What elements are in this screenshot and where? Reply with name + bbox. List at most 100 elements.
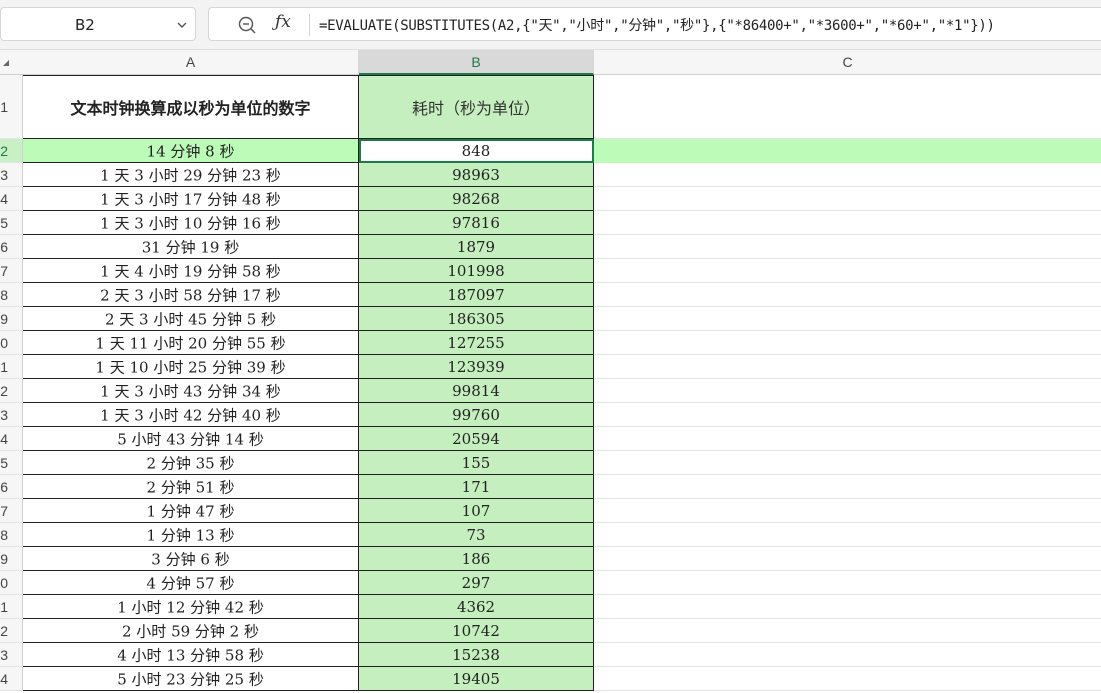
empty-cell-c[interactable] [594, 235, 1101, 259]
row-number[interactable]: 2 [0, 139, 23, 163]
cell-a[interactable]: 1 小时 12 分钟 42 秒 [23, 595, 359, 619]
header-cell-a[interactable]: 文本时钟换算成以秒为单位的数字 [23, 75, 359, 139]
row-number[interactable]: 9 [0, 547, 23, 571]
cell-b[interactable]: 101998 [359, 259, 594, 283]
cell-b[interactable]: 187097 [359, 283, 594, 307]
cell-a[interactable]: 1 天 4 小时 19 分钟 58 秒 [23, 259, 359, 283]
row-number[interactable]: 2 [0, 379, 23, 403]
row-number[interactable]: 23 [0, 643, 23, 667]
empty-cell-c[interactable] [594, 163, 1101, 187]
empty-cell-c[interactable] [594, 75, 1101, 139]
cell-a[interactable]: 31 分钟 19 秒 [23, 235, 359, 259]
cell-b[interactable]: 98963 [359, 163, 594, 187]
cell-a[interactable]: 4 分钟 57 秒 [23, 571, 359, 595]
column-header-b[interactable]: B [359, 50, 594, 75]
empty-cell-c[interactable] [594, 523, 1101, 547]
empty-cell-c[interactable] [594, 595, 1101, 619]
cell-a[interactable]: 5 小时 43 分钟 14 秒 [23, 427, 359, 451]
cell-b[interactable]: 99814 [359, 379, 594, 403]
cell-a[interactable]: 1 分钟 13 秒 [23, 523, 359, 547]
empty-cell-c[interactable] [594, 211, 1101, 235]
empty-cell-c[interactable] [594, 547, 1101, 571]
row-number[interactable]: 22 [0, 619, 23, 643]
cell-b[interactable]: 73 [359, 523, 594, 547]
empty-cell-c[interactable] [594, 355, 1101, 379]
empty-cell-c[interactable] [594, 403, 1101, 427]
cell-a[interactable]: 4 小时 13 分钟 58 秒 [23, 643, 359, 667]
row-number[interactable]: 4 [0, 427, 23, 451]
cell-b[interactable]: 123939 [359, 355, 594, 379]
empty-cell-c[interactable] [594, 139, 1101, 163]
chevron-down-icon[interactable] [175, 18, 189, 32]
zoom-out-icon[interactable] [237, 15, 257, 35]
active-cell-b[interactable]: 848 [359, 139, 594, 163]
row-number[interactable]: 8 [0, 523, 23, 547]
cell-b[interactable]: 297 [359, 571, 594, 595]
column-header-c[interactable]: C [594, 50, 1101, 75]
function-icon[interactable]: ƒx [275, 12, 291, 32]
empty-cell-c[interactable] [594, 259, 1101, 283]
row-number[interactable]: 6 [0, 235, 23, 259]
row-number[interactable]: 1 [0, 355, 23, 379]
row-number[interactable]: 7 [0, 259, 23, 283]
cell-b[interactable]: 10742 [359, 619, 594, 643]
cell-a[interactable]: 2 天 3 小时 58 分钟 17 秒 [23, 283, 359, 307]
cell-a[interactable]: 1 天 3 小时 43 分钟 34 秒 [23, 379, 359, 403]
empty-cell-c[interactable] [594, 499, 1101, 523]
cell-b[interactable]: 15238 [359, 643, 594, 667]
column-header-a[interactable]: A [23, 50, 359, 75]
row-number[interactable]: 0 [0, 331, 23, 355]
cell-b[interactable]: 97816 [359, 211, 594, 235]
cell-a[interactable]: 1 天 11 小时 20 分钟 55 秒 [23, 331, 359, 355]
cell-b[interactable]: 98268 [359, 187, 594, 211]
cell-a[interactable]: 1 分钟 47 秒 [23, 499, 359, 523]
empty-cell-c[interactable] [594, 427, 1101, 451]
cell-b[interactable]: 20594 [359, 427, 594, 451]
empty-cell-c[interactable] [594, 307, 1101, 331]
cell-a[interactable]: 2 天 3 小时 45 分钟 5 秒 [23, 307, 359, 331]
empty-cell-c[interactable] [594, 331, 1101, 355]
cell-a[interactable]: 2 小时 59 分钟 2 秒 [23, 619, 359, 643]
cell-b[interactable]: 127255 [359, 331, 594, 355]
cell-a[interactable]: 1 天 3 小时 42 分钟 40 秒 [23, 403, 359, 427]
row-number[interactable]: 4 [0, 187, 23, 211]
empty-cell-c[interactable] [594, 667, 1101, 691]
cell-b[interactable]: 1879 [359, 235, 594, 259]
row-number[interactable]: 24 [0, 667, 23, 691]
empty-cell-c[interactable] [594, 379, 1101, 403]
row-number[interactable]: 1 [0, 75, 23, 139]
empty-cell-c[interactable] [594, 619, 1101, 643]
cell-a[interactable]: 1 天 3 小时 17 分钟 48 秒 [23, 187, 359, 211]
empty-cell-c[interactable] [594, 475, 1101, 499]
cell-a[interactable]: 3 分钟 6 秒 [23, 547, 359, 571]
formula-input[interactable]: =EVALUATE(SUBSTITUTES(A2,{"天","小时","分钟",… [319, 15, 995, 35]
cell-b[interactable]: 155 [359, 451, 594, 475]
cell-a[interactable]: 2 分钟 51 秒 [23, 475, 359, 499]
empty-cell-c[interactable] [594, 571, 1101, 595]
row-number[interactable]: 5 [0, 211, 23, 235]
cell-a[interactable]: 5 小时 23 分钟 25 秒 [23, 667, 359, 691]
row-number[interactable]: 7 [0, 499, 23, 523]
row-number[interactable]: 3 [0, 163, 23, 187]
empty-cell-c[interactable] [594, 187, 1101, 211]
cell-b[interactable]: 107 [359, 499, 594, 523]
row-number[interactable]: 8 [0, 283, 23, 307]
empty-cell-c[interactable] [594, 643, 1101, 667]
select-all-corner[interactable] [0, 50, 23, 75]
header-cell-b[interactable]: 耗时（秒为单位） [359, 75, 594, 139]
empty-cell-c[interactable] [594, 451, 1101, 475]
cell-b[interactable]: 171 [359, 475, 594, 499]
cell-b[interactable]: 4362 [359, 595, 594, 619]
row-number[interactable]: 5 [0, 451, 23, 475]
formula-input-area[interactable]: ƒx =EVALUATE(SUBSTITUTES(A2,{"天","小时","分… [208, 7, 1101, 41]
cell-a[interactable]: 1 天 10 小时 25 分钟 39 秒 [23, 355, 359, 379]
cell-a[interactable]: 1 天 3 小时 29 分钟 23 秒 [23, 163, 359, 187]
cell-b[interactable]: 99760 [359, 403, 594, 427]
cell-b[interactable]: 186 [359, 547, 594, 571]
cell-a[interactable]: 14 分钟 8 秒 [23, 139, 359, 163]
row-number[interactable]: 9 [0, 307, 23, 331]
name-box[interactable]: B2 [0, 7, 196, 41]
cell-a[interactable]: 2 分钟 35 秒 [23, 451, 359, 475]
cell-a[interactable]: 1 天 3 小时 10 分钟 16 秒 [23, 211, 359, 235]
row-number[interactable]: 21 [0, 595, 23, 619]
